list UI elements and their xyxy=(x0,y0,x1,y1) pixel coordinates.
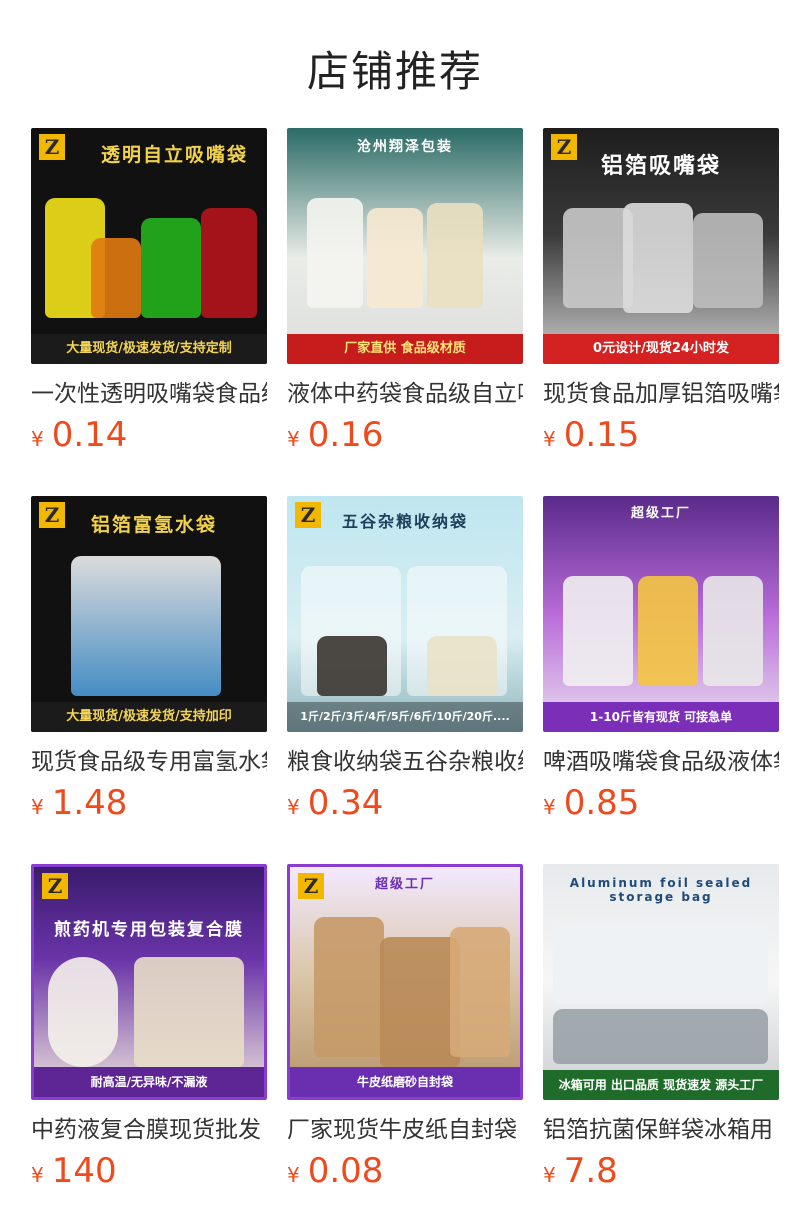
brand-logo: Z xyxy=(39,134,65,160)
product-image[interactable]: Z 透明自立吸嘴袋 大量现货/极速发货/支持定制 xyxy=(31,128,267,364)
product-image[interactable]: Z 铝箔富氢水袋 大量现货/极速发货/支持加印 xyxy=(31,496,267,732)
product-image[interactable]: 超级工厂 1-10斤皆有现货 可接急单 xyxy=(543,496,779,732)
bag-shape xyxy=(553,924,768,1004)
product-price: ¥0.16 xyxy=(287,414,523,456)
product-image[interactable]: Aluminum foil sealed storage bag 冰箱可用 出口… xyxy=(543,864,779,1100)
image-headline: 五谷杂粮收纳袋 xyxy=(341,512,468,531)
pouch-shape xyxy=(427,203,483,308)
product-card[interactable]: Z 超级工厂 牛皮纸磨砂自封袋 厂家现货牛皮纸自封袋 ¥0.08 xyxy=(287,864,523,1192)
price-value: 0.16 xyxy=(307,415,384,455)
pouch-shape xyxy=(201,208,257,318)
image-footer: 牛皮纸磨砂自封袋 xyxy=(290,1067,520,1097)
product-price: ¥0.14 xyxy=(31,414,267,456)
product-card[interactable]: Z 五谷杂粮收纳袋 1斤/2斤/3斤/4斤/5斤/6斤/10斤/20斤.... … xyxy=(287,496,523,824)
currency-symbol: ¥ xyxy=(31,1163,44,1187)
price-value: 0.34 xyxy=(307,783,384,823)
product-image[interactable]: Z 超级工厂 牛皮纸磨砂自封袋 xyxy=(287,864,523,1100)
pouch-shape xyxy=(91,238,141,318)
image-headline: 铝箔富氢水袋 xyxy=(91,514,218,536)
product-card[interactable]: 超级工厂 1-10斤皆有现货 可接急单 啤酒吸嘴袋食品级液体袋 ¥0.85 xyxy=(543,496,779,824)
product-name[interactable]: 厂家现货牛皮纸自封袋 xyxy=(287,1114,523,1146)
product-name[interactable]: 粮食收纳袋五谷杂粮收纳袋 xyxy=(287,746,523,778)
product-name[interactable]: 现货食品级专用富氢水袋 xyxy=(31,746,267,778)
film-roll xyxy=(48,957,118,1067)
brand-logo: Z xyxy=(42,873,68,899)
product-name[interactable]: 铝箔抗菌保鲜袋冰箱用 xyxy=(543,1114,779,1146)
image-footer: 厂家直供 食品级材质 xyxy=(287,334,523,364)
product-image[interactable]: 沧州翔泽包装 厂家直供 食品级材质 xyxy=(287,128,523,364)
product-name[interactable]: 现货食品加厚铝箔吸嘴袋 xyxy=(543,378,779,410)
product-name[interactable]: 中药液复合膜现货批发 xyxy=(31,1114,267,1146)
product-card[interactable]: Z 煎药机专用包装复合膜 耐高温/无异味/不漏液 中药液复合膜现货批发 ¥140 xyxy=(31,864,267,1192)
pouch-shape xyxy=(693,213,763,308)
pouch-shape xyxy=(141,218,201,318)
price-value: 1.48 xyxy=(51,783,128,823)
price-value: 0.08 xyxy=(307,1151,384,1191)
product-price: ¥0.85 xyxy=(543,782,779,824)
page-title: 店铺推荐 xyxy=(306,47,483,96)
product-name[interactable]: 液体中药袋食品级自立吸嘴袋 xyxy=(287,378,523,410)
pouch-shape xyxy=(638,576,698,686)
image-footer: 大量现货/极速发货/支持定制 xyxy=(31,334,267,364)
image-footer: 0元设计/现货24小时发 xyxy=(543,334,779,364)
brand-logo: Z xyxy=(39,502,65,528)
pouch-shape xyxy=(367,208,423,308)
product-price: ¥1.48 xyxy=(31,782,267,824)
image-footer: 1-10斤皆有现货 可接急单 xyxy=(543,702,779,732)
product-name[interactable]: 一次性透明吸嘴袋食品级自立吸嘴袋 xyxy=(31,378,267,410)
image-headline: Aluminum foil sealed storage bag xyxy=(569,876,753,904)
box-shape xyxy=(553,1009,768,1064)
price-value: 0.14 xyxy=(51,415,128,455)
image-footer: 耐高温/无异味/不漏液 xyxy=(34,1067,264,1097)
image-headline: 透明自立吸嘴袋 xyxy=(101,144,249,166)
pouch-shape xyxy=(623,203,693,313)
image-headline: 沧州翔泽包装 xyxy=(357,139,453,155)
product-name[interactable]: 啤酒吸嘴袋食品级液体袋 xyxy=(543,746,779,778)
product-image[interactable]: Z 铝箔吸嘴袋 0元设计/现货24小时发 xyxy=(543,128,779,364)
product-price: ¥7.8 xyxy=(543,1150,779,1192)
currency-symbol: ¥ xyxy=(287,427,300,451)
product-price: ¥0.08 xyxy=(287,1150,523,1192)
film-sheet xyxy=(134,957,244,1067)
product-image[interactable]: Z 煎药机专用包装复合膜 耐高温/无异味/不漏液 xyxy=(31,864,267,1100)
image-footer: 大量现货/极速发货/支持加印 xyxy=(31,702,267,732)
image-headline: 铝箔吸嘴袋 xyxy=(600,154,721,179)
currency-symbol: ¥ xyxy=(287,795,300,819)
currency-symbol: ¥ xyxy=(287,1163,300,1187)
product-card[interactable]: Z 铝箔富氢水袋 大量现货/极速发货/支持加印 现货食品级专用富氢水袋 ¥1.4… xyxy=(31,496,267,824)
currency-symbol: ¥ xyxy=(31,427,44,451)
image-footer: 冰箱可用 出口品质 现货速发 源头工厂 xyxy=(543,1070,779,1100)
product-card[interactable]: Z 铝箔吸嘴袋 0元设计/现货24小时发 现货食品加厚铝箔吸嘴袋 ¥0.15 xyxy=(543,128,779,456)
image-footer: 1斤/2斤/3斤/4斤/5斤/6斤/10斤/20斤.... xyxy=(287,702,523,732)
price-value: 0.85 xyxy=(563,783,640,823)
product-card[interactable]: Aluminum foil sealed storage bag 冰箱可用 出口… xyxy=(543,864,779,1192)
pouch-shape xyxy=(71,556,221,696)
grain-fill xyxy=(427,636,497,696)
product-price: ¥0.34 xyxy=(287,782,523,824)
currency-symbol: ¥ xyxy=(543,427,556,451)
pouch-shape xyxy=(314,917,384,1057)
image-headline: 超级工厂 xyxy=(630,506,691,521)
product-card[interactable]: 沧州翔泽包装 厂家直供 食品级材质 液体中药袋食品级自立吸嘴袋 ¥0.16 xyxy=(287,128,523,456)
product-image[interactable]: Z 五谷杂粮收纳袋 1斤/2斤/3斤/4斤/5斤/6斤/10斤/20斤.... xyxy=(287,496,523,732)
product-price: ¥0.15 xyxy=(543,414,779,456)
product-price: ¥140 xyxy=(31,1150,267,1192)
price-value: 0.15 xyxy=(563,415,640,455)
currency-symbol: ¥ xyxy=(31,795,44,819)
price-value: 140 xyxy=(51,1151,117,1191)
currency-symbol: ¥ xyxy=(543,1163,556,1187)
pouch-shape xyxy=(380,937,460,1067)
image-headline: 超级工厂 xyxy=(374,877,435,892)
currency-symbol: ¥ xyxy=(543,795,556,819)
image-headline: 煎药机专用包装复合膜 xyxy=(54,920,244,940)
product-card[interactable]: Z 透明自立吸嘴袋 大量现货/极速发货/支持定制 一次性透明吸嘴袋食品级自立吸嘴… xyxy=(31,128,267,456)
pouch-shape xyxy=(450,927,510,1057)
price-value: 7.8 xyxy=(563,1151,618,1191)
pouch-shape xyxy=(563,576,633,686)
pouch-shape xyxy=(703,576,763,686)
pouch-shape xyxy=(307,198,363,308)
grain-fill xyxy=(317,636,387,696)
